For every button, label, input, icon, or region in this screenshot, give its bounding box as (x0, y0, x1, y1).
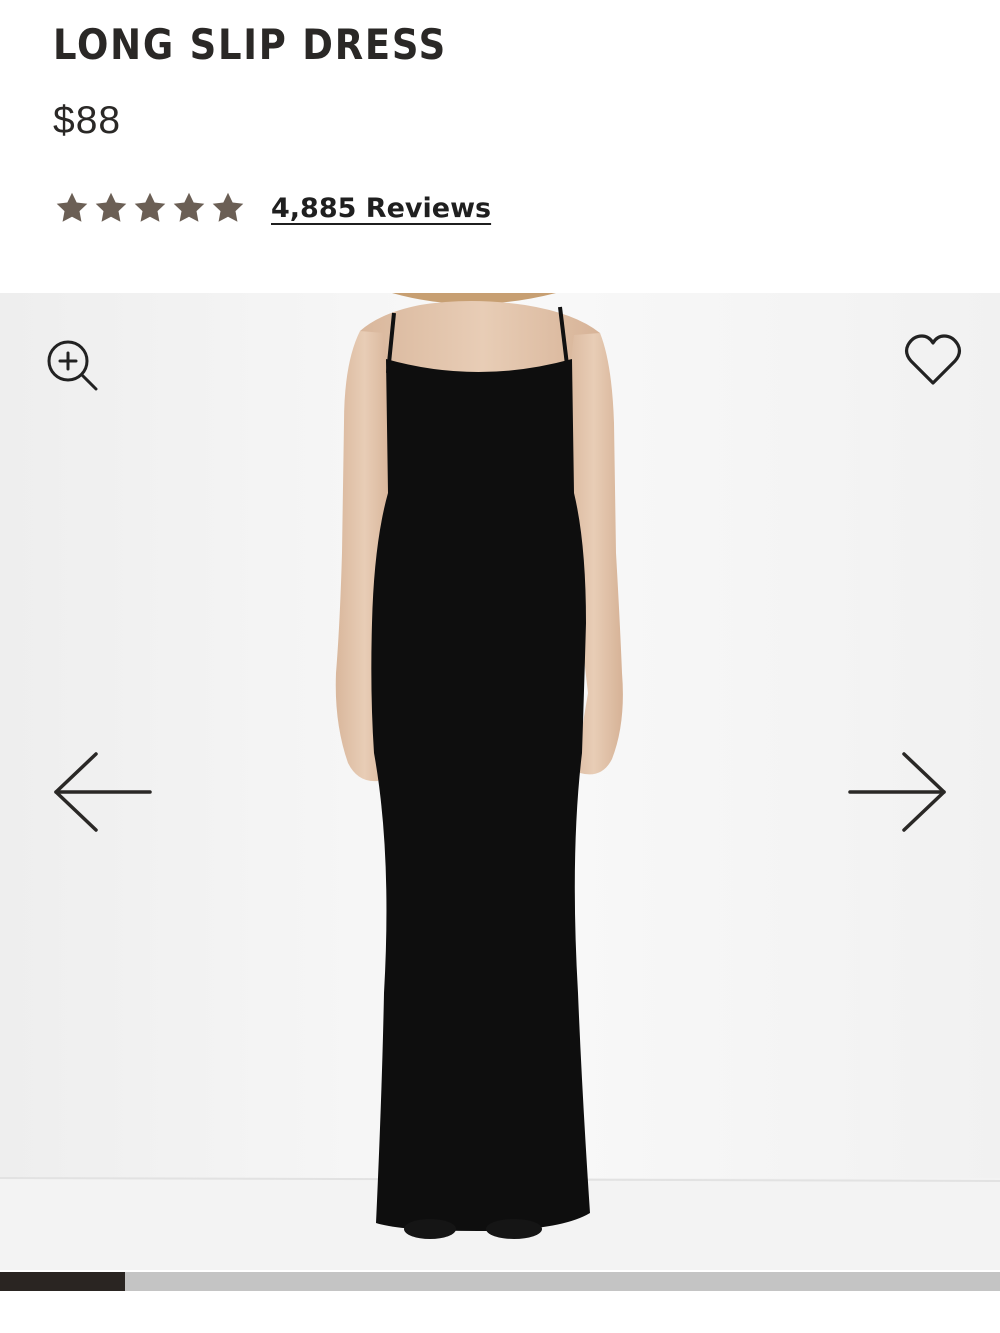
gallery-progress-fill (0, 1272, 125, 1291)
star-icon (212, 192, 244, 222)
product-price: $88 (53, 99, 122, 142)
star-rating (53, 190, 247, 226)
gallery-progress-bar (0, 1272, 1000, 1291)
rating-row: 4,885 Reviews (53, 188, 491, 228)
star-icon (95, 192, 127, 222)
product-title: LONG SLIP DRESS (53, 20, 448, 69)
zoom-in-icon[interactable] (44, 337, 100, 393)
reviews-link[interactable]: 4,885 Reviews (271, 193, 491, 224)
star-icon (56, 192, 88, 222)
star-icon (134, 192, 166, 222)
arrow-right-icon[interactable] (846, 748, 950, 836)
arrow-left-icon[interactable] (50, 748, 154, 836)
star-icon (173, 192, 205, 222)
heart-icon[interactable] (904, 333, 962, 387)
